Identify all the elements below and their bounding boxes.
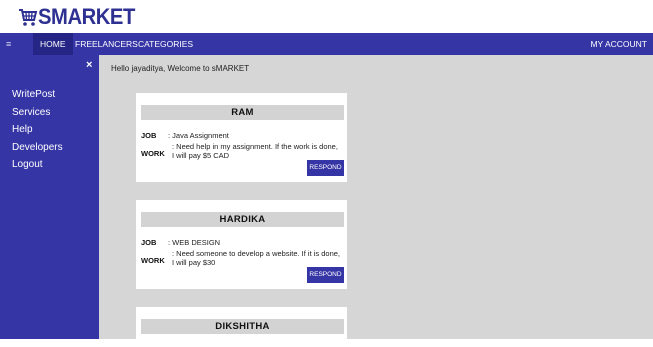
post-author: DIKSHITHA [141,319,344,334]
post-author: HARDIKA [141,212,344,227]
close-icon[interactable]: × [86,60,92,71]
work-label: WORK [141,149,165,158]
work-value: : Need help in my assignment. If the wor… [172,142,338,160]
welcome-message: Hello jayaditya, Welcome to sMARKET [111,64,250,73]
nav-my-account[interactable]: MY ACCOUNT [590,33,647,55]
nav-home[interactable]: HOME [33,33,73,55]
logo-bar: SMARKET [0,0,653,33]
respond-button[interactable]: RESPOND [307,160,344,176]
post-card: DIKSHITHA [136,307,347,347]
sidebar-links: WritePost Services Help Developers Logou… [12,86,63,174]
sidebar-item-services[interactable]: Services [12,104,63,122]
menu-icon[interactable]: ≡ [6,33,11,55]
top-navbar: ≡ HOME FREELANCERS CATEGORIES MY ACCOUNT [0,33,653,55]
sidebar-item-developers[interactable]: Developers [12,139,63,157]
job-label: JOB [141,131,157,140]
logo-text: SMARKET [38,4,135,29]
sidebar-item-writepost[interactable]: WritePost [12,86,63,104]
cart-icon [19,9,38,26]
post-card: HARDIKA JOB : WEB DESIGN WORK : Need som… [136,200,347,289]
work-value: : Need someone to develop a website. If … [172,249,341,267]
sidebar-item-logout[interactable]: Logout [12,156,63,174]
respond-button[interactable]: RESPOND [307,267,344,283]
job-value: : WEB DESIGN [168,238,221,247]
nav-categories[interactable]: CATEGORIES [131,33,200,55]
post-author: RAM [141,105,344,120]
job-value: : Java Assignment [168,131,229,140]
post-card: RAM JOB : Java Assignment WORK : Need he… [136,93,347,182]
sidebar: × WritePost Services Help Developers Log… [0,55,99,339]
work-label: WORK [141,256,165,265]
sidebar-item-help[interactable]: Help [12,121,63,139]
job-label: JOB [141,238,157,247]
site-logo[interactable]: SMARKET [18,6,143,28]
